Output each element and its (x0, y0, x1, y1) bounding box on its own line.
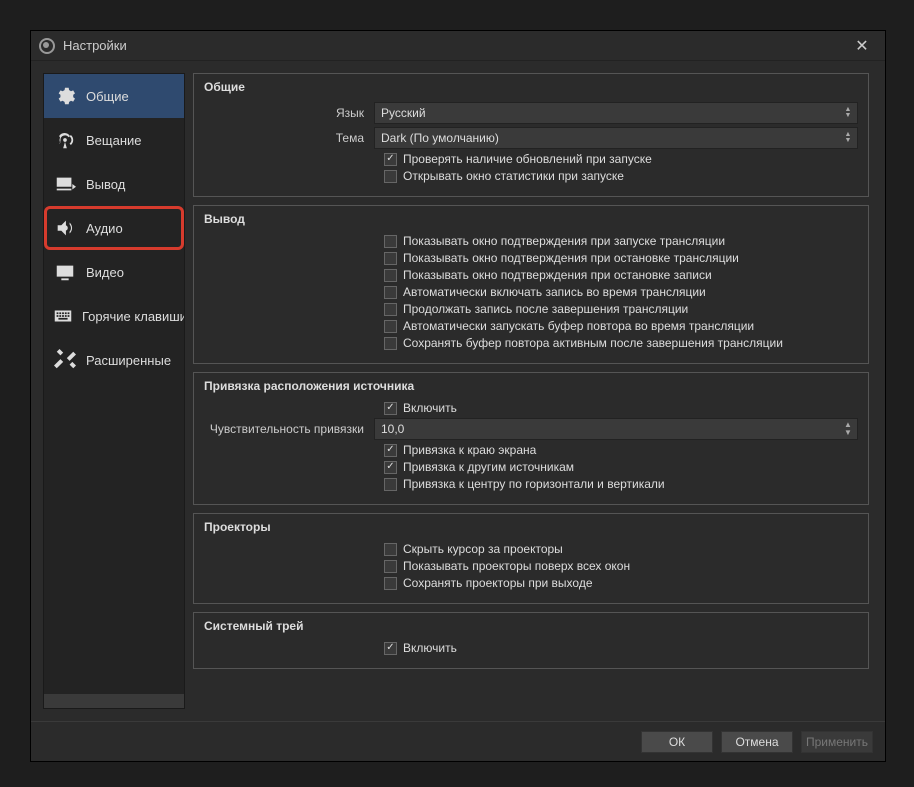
sidebar: Общие Вещание Вывод Аудио Видео Горячие … (43, 73, 185, 709)
check-label: Привязка к другим источникам (403, 460, 574, 474)
sidebar-item-stream[interactable]: Вещание (44, 118, 184, 162)
spinner-icon: ▲▼ (841, 419, 855, 439)
check-label: Автоматически включать запись во время т… (403, 285, 706, 299)
sidebar-item-label: Расширенные (86, 353, 171, 368)
checkbox-tray-enable[interactable] (384, 642, 397, 655)
checkbox-save-projectors[interactable] (384, 577, 397, 590)
group-system-tray: Системный трей Включить (193, 612, 869, 669)
check-label: Сохранять проекторы при выходе (403, 576, 593, 590)
sensitivity-label: Чувствительность привязки (204, 422, 374, 436)
sidebar-scrollbar[interactable] (44, 694, 184, 708)
sidebar-item-general[interactable]: Общие (44, 74, 184, 118)
tools-icon (52, 347, 78, 373)
checkbox-keep-replay-buffer-after-stream[interactable] (384, 337, 397, 350)
audio-icon (52, 215, 78, 241)
checkbox-open-stats[interactable] (384, 170, 397, 183)
spinner-icon: ▲▼ (841, 128, 855, 148)
footer: ОК Отмена Применить (31, 721, 885, 761)
group-title: Системный трей (204, 619, 858, 633)
group-projectors: Проекторы Скрыть курсор за проекторы Пок… (193, 513, 869, 604)
keyboard-icon (52, 303, 74, 329)
cancel-button[interactable]: Отмена (721, 731, 793, 753)
group-general: Общие Язык Русский ▲▼ Тема Dark (По умо (193, 73, 869, 197)
group-output: Вывод Показывать окно подтверждения при … (193, 205, 869, 364)
obs-icon (39, 38, 55, 54)
sidebar-item-label: Горячие клавиши (82, 309, 185, 324)
group-title: Общие (204, 80, 858, 94)
language-select[interactable]: Русский ▲▼ (374, 102, 858, 124)
window-body: Общие Вещание Вывод Аудио Видео Горячие … (31, 61, 885, 721)
spinbox-value: 10,0 (381, 422, 404, 436)
gear-icon (52, 83, 78, 109)
check-label: Показывать окно подтверждения при остано… (403, 251, 739, 265)
broadcast-icon (52, 127, 78, 153)
sidebar-item-output[interactable]: Вывод (44, 162, 184, 206)
video-icon (52, 259, 78, 285)
checkbox-snap-other[interactable] (384, 461, 397, 474)
checkbox-keep-record-after-stream[interactable] (384, 303, 397, 316)
checkbox-snap-enable[interactable] (384, 402, 397, 415)
check-label: Скрыть курсор за проекторы (403, 542, 563, 556)
checkbox-confirm-stop-stream[interactable] (384, 252, 397, 265)
sidebar-item-label: Видео (86, 265, 124, 280)
apply-button[interactable]: Применить (801, 731, 873, 753)
sidebar-item-label: Общие (86, 89, 129, 104)
group-title: Вывод (204, 212, 858, 226)
theme-label: Тема (204, 131, 374, 145)
group-title: Привязка расположения источника (204, 379, 858, 393)
checkbox-auto-replay-buffer[interactable] (384, 320, 397, 333)
group-title: Проекторы (204, 520, 858, 534)
theme-select[interactable]: Dark (По умолчанию) ▲▼ (374, 127, 858, 149)
titlebar: Настройки ✕ (31, 31, 885, 61)
settings-content: Общие Язык Русский ▲▼ Тема Dark (По умо (193, 73, 873, 709)
checkbox-check-updates[interactable] (384, 153, 397, 166)
checkbox-projectors-on-top[interactable] (384, 560, 397, 573)
check-label: Включить (403, 641, 457, 655)
check-label: Проверять наличие обновлений при запуске (403, 152, 652, 166)
sidebar-item-label: Вывод (86, 177, 125, 192)
sidebar-item-video[interactable]: Видео (44, 250, 184, 294)
checkbox-auto-record-stream[interactable] (384, 286, 397, 299)
settings-window: Настройки ✕ Общие Вещание Вывод Аудио (30, 30, 886, 762)
sidebar-item-hotkeys[interactable]: Горячие клавиши (44, 294, 184, 338)
group-source-snap: Привязка расположения источника Включить… (193, 372, 869, 505)
check-label: Открывать окно статистики при запуске (403, 169, 624, 183)
select-value: Dark (По умолчанию) (381, 131, 499, 145)
output-icon (52, 171, 78, 197)
ok-button[interactable]: ОК (641, 731, 713, 753)
check-label: Показывать проекторы поверх всех окон (403, 559, 630, 573)
check-label: Привязка к краю экрана (403, 443, 536, 457)
check-label: Автоматически запускать буфер повтора во… (403, 319, 754, 333)
sidebar-item-audio[interactable]: Аудио (44, 206, 184, 250)
sidebar-item-label: Вещание (86, 133, 142, 148)
check-label: Продолжать запись после завершения транс… (403, 302, 688, 316)
checkbox-snap-edge[interactable] (384, 444, 397, 457)
checkbox-hide-cursor[interactable] (384, 543, 397, 556)
check-label: Показывать окно подтверждения при остано… (403, 268, 712, 282)
checkbox-snap-center[interactable] (384, 478, 397, 491)
spinner-icon: ▲▼ (841, 103, 855, 123)
select-value: Русский (381, 106, 426, 120)
close-button[interactable]: ✕ (847, 31, 877, 61)
language-label: Язык (204, 106, 374, 120)
sidebar-item-label: Аудио (86, 221, 123, 236)
window-title: Настройки (63, 38, 127, 53)
sensitivity-spinbox[interactable]: 10,0 ▲▼ (374, 418, 858, 440)
check-label: Привязка к центру по горизонтали и верти… (403, 477, 665, 491)
check-label: Включить (403, 401, 457, 415)
check-label: Сохранять буфер повтора активным после з… (403, 336, 783, 350)
checkbox-confirm-stop-record[interactable] (384, 269, 397, 282)
check-label: Показывать окно подтверждения при запуск… (403, 234, 725, 248)
checkbox-confirm-start-stream[interactable] (384, 235, 397, 248)
sidebar-item-advanced[interactable]: Расширенные (44, 338, 184, 382)
